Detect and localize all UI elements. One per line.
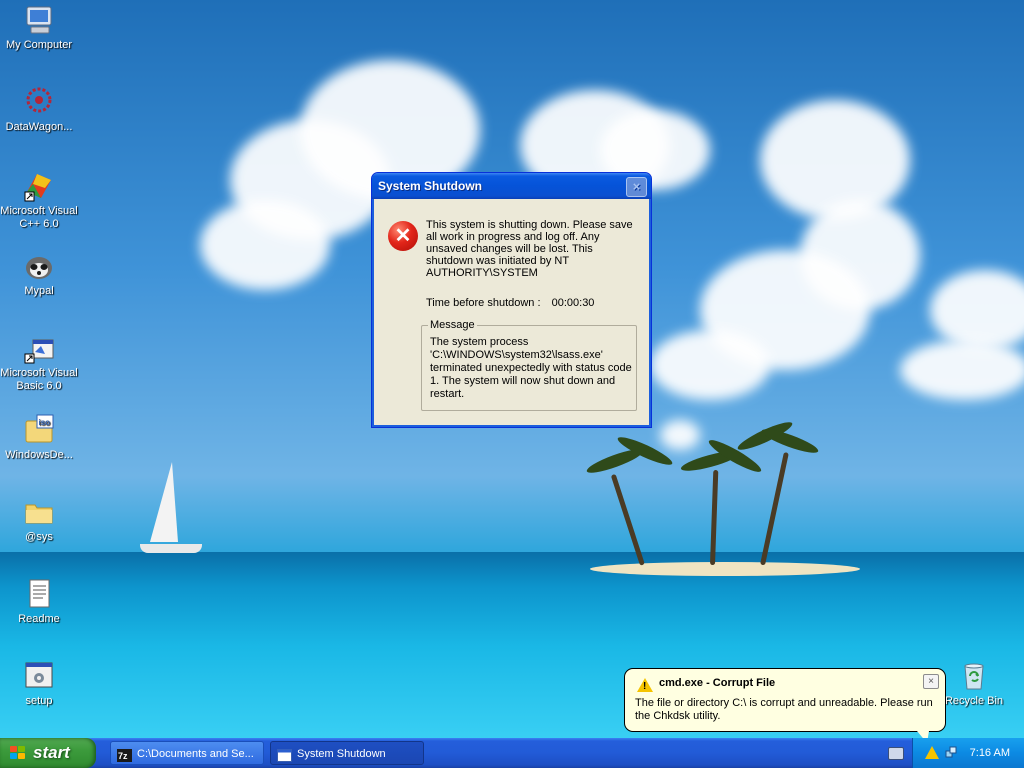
error-icon: ✕ [388,221,418,251]
windows-logo-icon [10,746,26,761]
visual-basic-icon [23,332,55,364]
desktop-icon-readme[interactable]: Readme [0,578,78,626]
balloon-close-button[interactable]: × [923,674,939,689]
text-document-icon [23,578,55,610]
mypal-browser-icon [23,250,55,282]
desktop-icon-setup[interactable]: setup [0,660,78,708]
shutdown-timer: Time before shutdown : 00:00:30 [426,297,594,309]
7zip-icon: 7z [117,747,132,762]
desktop-icon-visual-cpp[interactable]: Microsoft Visual C++ 6.0 [0,170,78,231]
start-button[interactable]: start [0,738,96,768]
taskbar-button-documents-label: C:\Documents and Se... [137,748,254,760]
tray-warning-icon[interactable] [925,746,939,759]
folder-icon [23,496,55,528]
taskbar-clock[interactable]: 7:16 AM [970,738,1010,768]
message-groupbox: Message The system process 'C:\WINDOWS\s… [421,319,637,411]
setup-icon [23,660,55,692]
taskbar-button-system-shutdown-label: System Shutdown [297,748,386,760]
balloon-text: The file or directory C:\ is corrupt and… [635,697,933,722]
message-group-label: Message [428,319,477,331]
taskbar-button-documents[interactable]: 7z C:\Documents and Se... [110,741,264,765]
my-computer-icon [23,4,55,36]
dialog-title: System Shutdown [378,179,483,193]
datawagon-icon [23,86,55,118]
desktop-icon-recycle-bin[interactable]: Recycle Bin [935,660,1013,708]
window-icon [277,747,292,762]
corrupt-file-balloon[interactable]: ! cmd.exe - Corrupt File × The file or d… [624,668,946,743]
desktop-icon-my-computer[interactable]: My Computer [0,4,78,52]
dialog-body: ✕ This system is shutting down. Please s… [375,199,648,424]
time-label: Time before shutdown : [426,297,541,309]
taskbar: start 7z C:\Documents and Se... System S… [0,738,1024,768]
taskbar-button-system-shutdown[interactable]: System Shutdown [270,741,424,765]
dialog-titlebar[interactable]: System Shutdown × [372,173,651,199]
svg-text:iso: iso [39,418,51,427]
desktop-icon-mypal[interactable]: Mypal [0,250,78,298]
shutdown-message: This system is shutting down. Please sav… [426,219,633,279]
desktop-icon-windowsde-iso[interactable]: iso WindowsDe... [0,414,78,462]
system-tray: 7:16 AM [912,738,1024,768]
keyboard-layout-icon[interactable] [888,747,904,760]
balloon-title: cmd.exe - Corrupt File [659,677,776,689]
dialog-close-button[interactable]: × [626,177,647,197]
warning-icon: ! [637,678,653,692]
time-value: 00:00:30 [551,297,595,309]
desktop-icon-visual-basic[interactable]: Microsoft Visual Basic 6.0 [0,332,78,393]
recycle-bin-icon [958,660,990,692]
svg-text:7z: 7z [118,751,128,761]
visual-cpp-icon [23,170,55,202]
desktop-icon-datawagon[interactable]: DataWagon... [0,86,78,134]
message-group-text: The system process 'C:\WINDOWS\system32\… [430,336,632,400]
desktop-icon-sys-folder[interactable]: @sys [0,496,78,544]
start-label: start [33,743,70,762]
tray-network-icon[interactable] [945,746,957,758]
system-shutdown-dialog[interactable]: System Shutdown × ✕ This system is shutt… [371,172,652,428]
iso-file-icon: iso [23,414,55,446]
